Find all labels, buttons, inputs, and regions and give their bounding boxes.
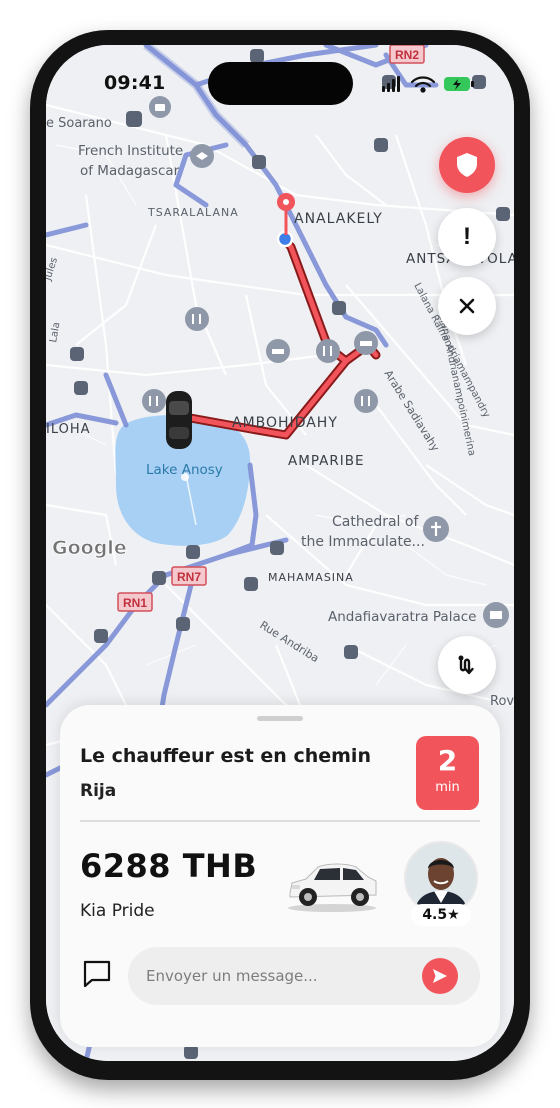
svg-text:RN2: RN2 xyxy=(395,48,419,62)
svg-text:AMBOHIDAHY: AMBOHIDAHY xyxy=(232,415,338,431)
route-icon xyxy=(458,655,474,675)
trip-fare: 6288 THB xyxy=(80,847,258,885)
eta-value: 2 xyxy=(437,744,458,777)
road-badge-rn7: RN7 xyxy=(171,566,207,586)
divider xyxy=(80,820,480,822)
trip-status-title: Le chauffeur est en chemin xyxy=(80,745,371,767)
app-screen: RN2 RN7 RN1 e Soarano French Institute o… xyxy=(46,45,514,1061)
svg-text:TSARALALANA: TSARALALANA xyxy=(147,206,239,219)
svg-text:Google: Google xyxy=(52,537,127,559)
signal-icon xyxy=(382,76,400,92)
road-badge-rn2: RN2 xyxy=(389,45,425,64)
chat-bubble-icon[interactable] xyxy=(82,959,112,989)
svg-text:Rov: Rov xyxy=(490,694,514,709)
svg-text:RN7: RN7 xyxy=(177,570,201,584)
svg-text:MAHAMASINA: MAHAMASINA xyxy=(268,571,354,584)
safety-shield-button[interactable] xyxy=(439,137,495,193)
road-badge-rn1: RN1 xyxy=(117,592,153,612)
route-options-button[interactable] xyxy=(438,636,496,694)
trip-bottom-sheet: Le chauffeur est en chemin Rija 2 min 62… xyxy=(60,705,500,1047)
driver-rating: 4.5★ xyxy=(411,904,471,926)
battery-icon xyxy=(444,77,474,91)
svg-text:Lake Anosy: Lake Anosy xyxy=(146,462,223,478)
svg-text:e Soarano: e Soarano xyxy=(46,116,112,131)
dynamic-island xyxy=(208,62,353,105)
wifi-icon xyxy=(410,76,436,93)
status-time: 09:41 xyxy=(104,72,166,94)
status-icons xyxy=(382,76,474,93)
svg-text:RN1: RN1 xyxy=(123,596,147,610)
svg-text:Andafiavaratra Palace: Andafiavaratra Palace xyxy=(328,609,476,625)
sheet-drag-handle[interactable] xyxy=(257,716,303,721)
svg-text:ANALAKELY: ANALAKELY xyxy=(294,211,383,227)
svg-text:AMPARIBE: AMPARIBE xyxy=(288,453,365,469)
eta-unit: min xyxy=(435,780,460,795)
driver-car-marker xyxy=(166,391,192,449)
cancel-trip-button[interactable] xyxy=(438,277,496,335)
car-model: Kia Pride xyxy=(80,901,155,921)
svg-text:ILOHA: ILOHA xyxy=(46,422,91,437)
send-message-button[interactable] xyxy=(422,958,458,994)
alert-icon: ! xyxy=(463,223,471,250)
svg-text:French Institute: French Institute xyxy=(78,143,183,159)
send-icon xyxy=(433,969,447,983)
close-icon xyxy=(459,298,475,314)
eta-badge: 2 min xyxy=(416,736,479,810)
driver-name: Rija xyxy=(80,781,117,801)
svg-text:Cathedral of: Cathedral of xyxy=(332,514,419,530)
svg-text:the Immaculate...: the Immaculate... xyxy=(301,534,425,550)
shield-icon xyxy=(457,153,477,177)
svg-text:of Madagascar: of Madagascar xyxy=(80,163,180,179)
report-issue-button[interactable]: ! xyxy=(438,208,496,266)
car-image xyxy=(288,863,377,912)
